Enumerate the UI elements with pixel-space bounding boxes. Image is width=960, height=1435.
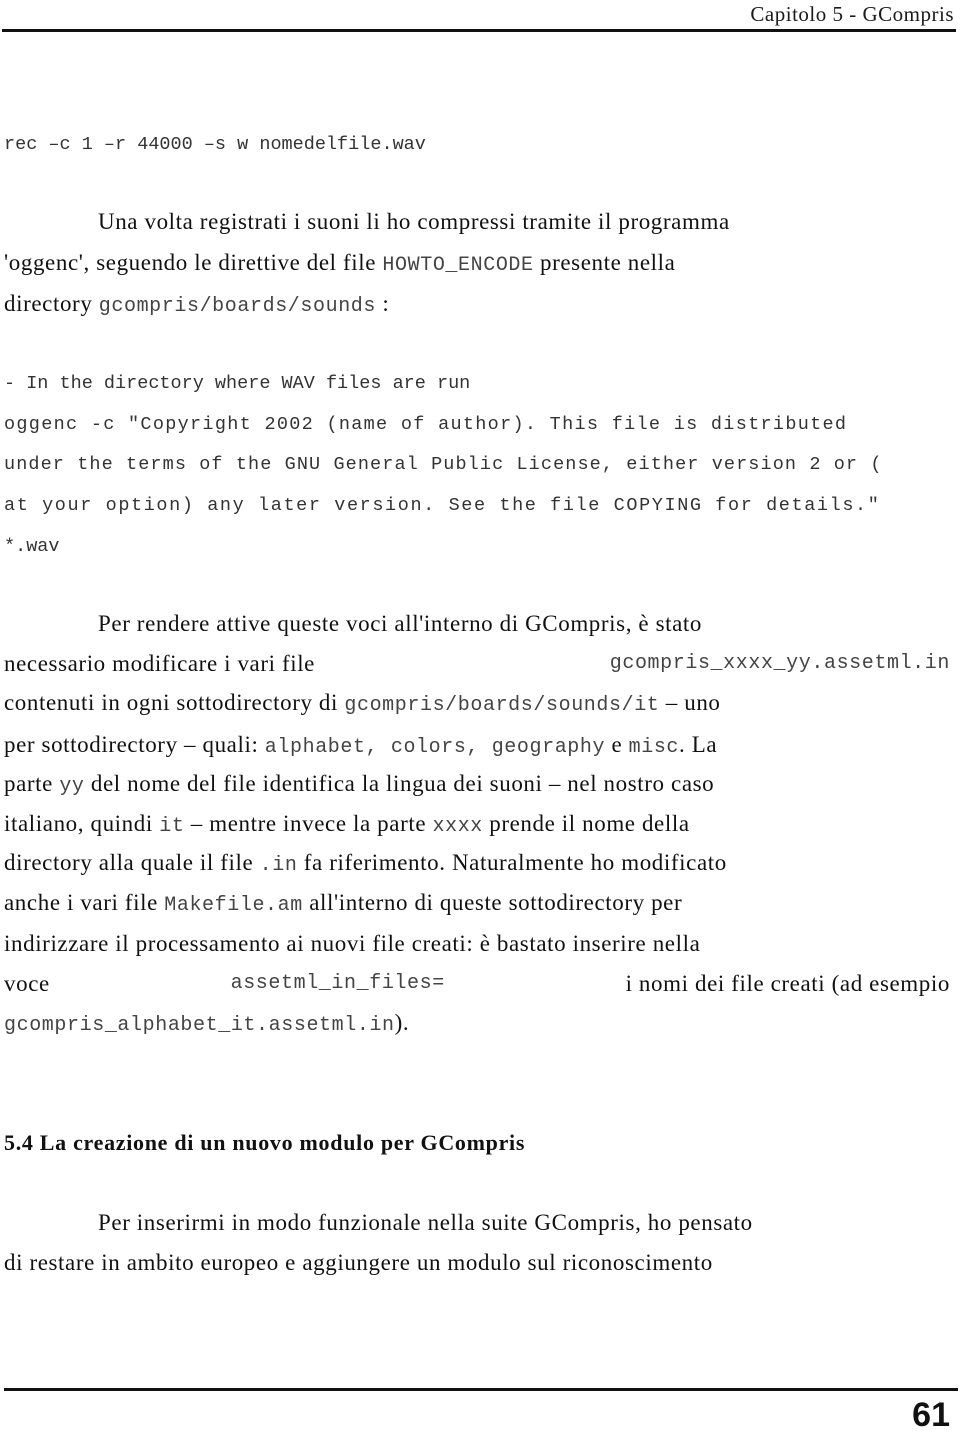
- paragraph-line: directory alla quale il file .in fa rife…: [4, 849, 950, 880]
- paragraph-line: directory gcompris/boards/sounds :: [4, 290, 950, 321]
- paragraph-line: Per rendere attive queste voci all'inter…: [98, 611, 703, 636]
- text: fa riferimento. Naturalmente ho modifica…: [297, 850, 727, 875]
- paragraph-line: 'oggenc', seguendo le direttive del file…: [4, 249, 950, 280]
- text: necessario modificare i vari file: [4, 651, 315, 676]
- text: per sottodirectory – quali:: [4, 732, 265, 757]
- text: voce: [4, 971, 50, 996]
- paragraph-line: Una volta registrati i suoni li ho compr…: [98, 209, 730, 234]
- paragraph-line: indirizzare il processamento ai nuovi fi…: [4, 931, 701, 956]
- paragraph-line: Per inserirmi in modo funzionale nella s…: [98, 1210, 753, 1235]
- code-path: gcompris/boards/sounds/it: [344, 694, 660, 717]
- code-line: *.wav: [4, 536, 60, 557]
- code-line: at your option) any later version. See t…: [4, 495, 881, 516]
- code-token: .in: [259, 854, 298, 877]
- paragraph-line: parte yy del nome del file identifica la…: [4, 770, 950, 801]
- text: presente nella: [533, 250, 676, 275]
- code-line: oggenc -c "Copyright 2002 (name of autho…: [4, 414, 848, 435]
- code-token: it: [159, 815, 185, 838]
- text: :: [376, 291, 390, 316]
- paragraph-line: di restare in ambito europeo e aggiunger…: [4, 1250, 713, 1275]
- code-filename: gcompris_alphabet_it.assetml.in: [4, 1014, 395, 1037]
- text: ,: [466, 736, 492, 759]
- code-path: gcompris/boards/sounds: [98, 295, 377, 318]
- text: parte: [4, 771, 60, 796]
- text: all'interno di queste sottodirectory per: [302, 890, 683, 915]
- paragraph-line: gcompris_alphabet_it.assetml.in).: [4, 1009, 950, 1040]
- paragraph-line: voce assetml_in_files= i nomi dei file cre…: [4, 970, 950, 998]
- running-header: Capitolo 5 - GCompris: [750, 2, 954, 26]
- code-line: - In the directory where WAV files are r…: [4, 373, 471, 394]
- text: contenuti in ogni sottodirectory di: [4, 690, 345, 715]
- text: italiano, quindi: [4, 811, 160, 836]
- code-token: yy: [59, 775, 85, 798]
- code-line: under the terms of the GNU General Publi…: [4, 454, 883, 475]
- code-filename: gcompris_xxxx_yy.assetml.in: [609, 652, 950, 675]
- text: directory: [4, 291, 99, 316]
- text: – uno: [659, 690, 721, 715]
- page-number: 61: [912, 1396, 950, 1434]
- code-dirname: misc: [628, 736, 680, 759]
- text: prende il nome della: [482, 811, 690, 836]
- paragraph-line: italiano, quindi it – mentre invece la p…: [4, 810, 950, 841]
- text: anche i vari file: [4, 890, 165, 915]
- paragraph-line: per sottodirectory – quali: alphabet, co…: [4, 731, 950, 762]
- text: directory alla quale il file: [4, 850, 260, 875]
- text: i nomi dei file creati (ad esempio: [625, 971, 950, 996]
- text: – mentre invece la parte: [184, 811, 433, 836]
- text: ,: [365, 736, 391, 759]
- text: del nome del file identifica la lingua d…: [84, 771, 715, 796]
- code-token: xxxx: [432, 815, 483, 838]
- paragraph-line: necessario modificare i vari file gcompri…: [4, 650, 950, 678]
- code-dirname: colors: [390, 736, 467, 759]
- footer-rule: [4, 1388, 958, 1391]
- text: e: [605, 732, 629, 757]
- code-filename: HOWTO_ENCODE: [382, 254, 534, 277]
- text: ).: [394, 1010, 410, 1035]
- command-line: rec –c 1 –r 44000 –s w nomedelfile.wav: [4, 134, 426, 155]
- text: 'oggenc', seguendo le direttive del file: [4, 250, 383, 275]
- code-filename: Makefile.am: [164, 894, 303, 917]
- paragraph-line: anche i vari file Makefile.am all'intern…: [4, 889, 950, 920]
- paragraph-line: contenuti in ogni sottodirectory di gcom…: [4, 689, 950, 720]
- code-dirname: geography: [491, 736, 606, 759]
- code-token: assetml_in_files=: [230, 972, 445, 995]
- section-heading: 5.4 La creazione di un nuovo modulo per …: [4, 1130, 526, 1155]
- header-rule: [2, 29, 956, 32]
- code-dirname: alphabet: [264, 736, 366, 759]
- text: . La: [679, 732, 718, 757]
